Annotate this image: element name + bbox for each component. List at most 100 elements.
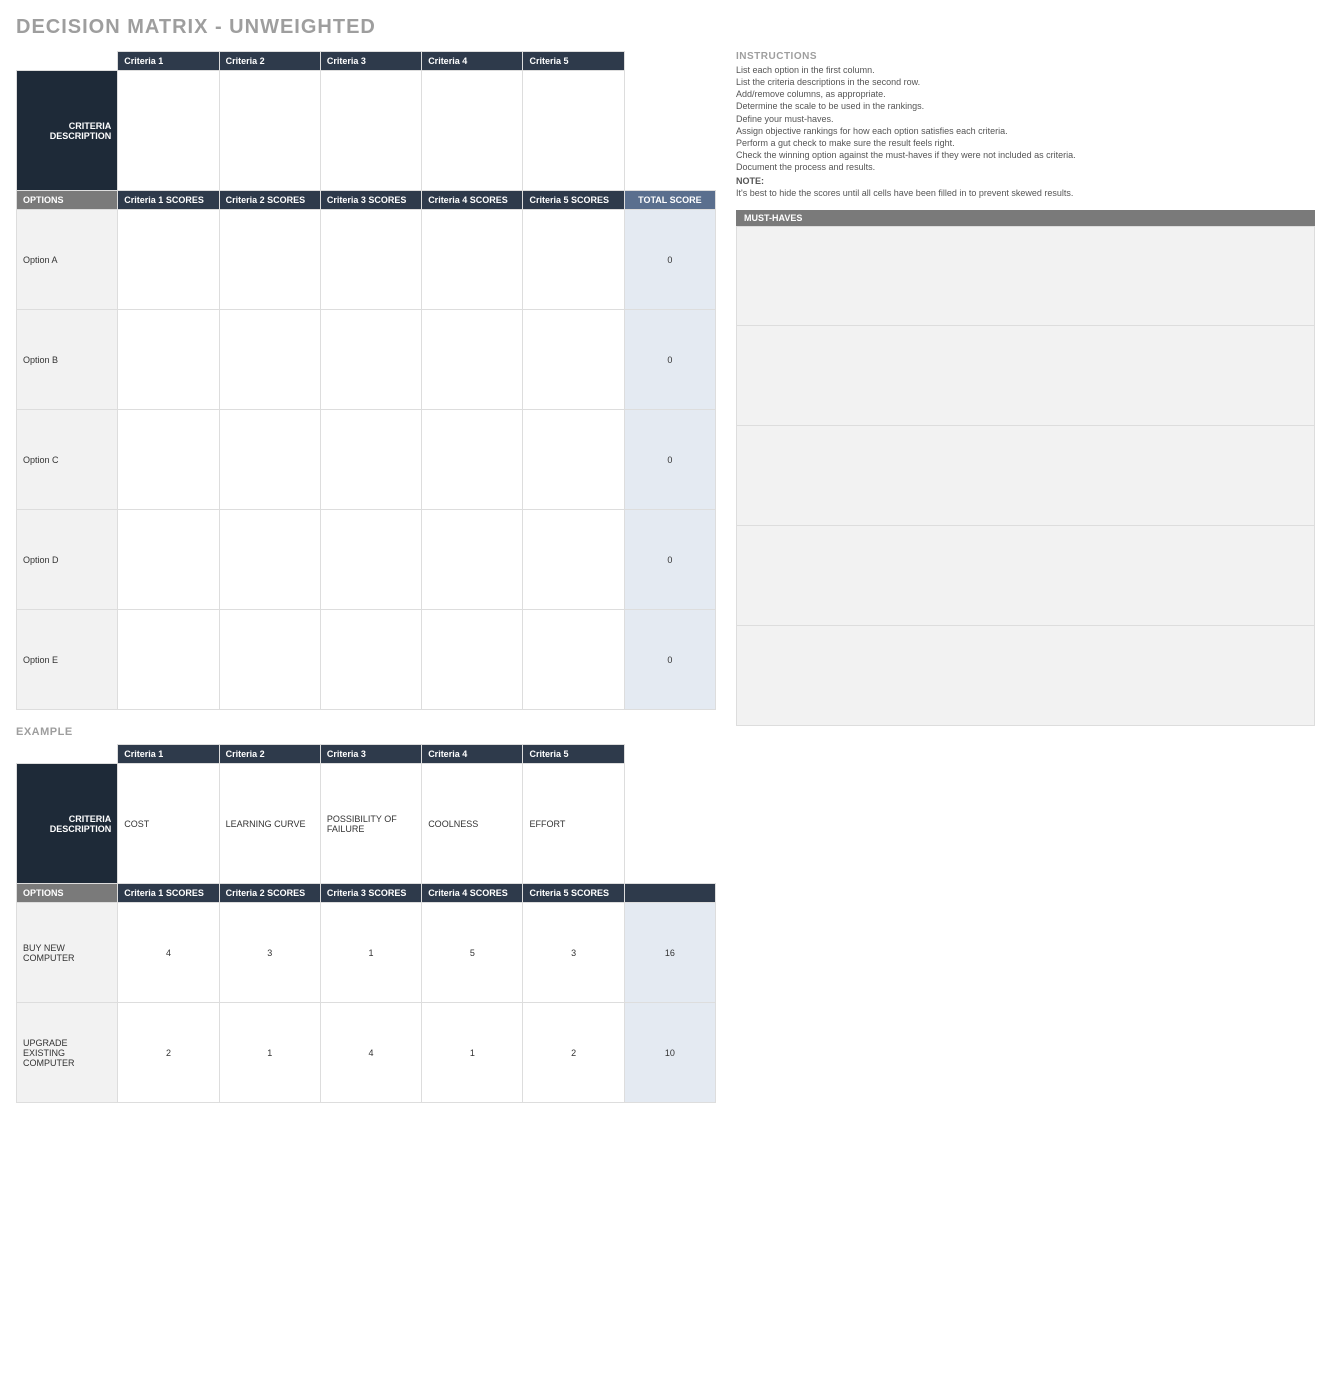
option-name-cell: UPGRADE EXISTING COMPUTER (17, 1003, 118, 1103)
score-header: Criteria 3 SCORES (320, 191, 421, 210)
option-name-cell[interactable]: Option B (17, 310, 118, 410)
score-cell: 1 (219, 1003, 320, 1103)
instruction-line: Check the winning option against the mus… (736, 149, 1315, 161)
score-cell[interactable] (118, 610, 219, 710)
criteria-description-cell[interactable] (219, 71, 320, 191)
total-score-cell: 16 (624, 903, 715, 1003)
option-name-cell[interactable]: Option A (17, 210, 118, 310)
score-cell[interactable] (320, 210, 421, 310)
score-cell: 4 (118, 903, 219, 1003)
criteria-header: Criteria 5 (523, 745, 624, 764)
score-cell[interactable] (523, 210, 624, 310)
score-cell[interactable] (118, 210, 219, 310)
option-row: Option E 0 (17, 610, 716, 710)
instruction-line: Define your must-haves. (736, 113, 1315, 125)
criteria-description-cell: COOLNESS (422, 764, 523, 884)
score-cell[interactable] (219, 610, 320, 710)
criteria-header: Criteria 4 (422, 745, 523, 764)
page-title: DECISION MATRIX - UNWEIGHTED (16, 16, 1315, 39)
instructions-body: List each option in the first column. Li… (736, 64, 1315, 200)
score-cell[interactable] (523, 410, 624, 510)
criteria-header: Criteria 4 (422, 52, 523, 71)
score-cell[interactable] (523, 510, 624, 610)
criteria-header: Criteria 3 (320, 52, 421, 71)
score-cell: 5 (422, 903, 523, 1003)
criteria-description-cell: LEARNING CURVE (219, 764, 320, 884)
must-have-cell[interactable] (736, 326, 1315, 426)
example-heading: EXAMPLE (16, 726, 716, 738)
option-row: UPGRADE EXISTING COMPUTER 2 1 4 1 2 10 (17, 1003, 716, 1103)
options-header: OPTIONS (17, 884, 118, 903)
criteria-description-cell[interactable] (118, 71, 219, 191)
instructions-note-text: It's best to hide the scores until all c… (736, 187, 1315, 199)
instruction-line: Document the process and results. (736, 161, 1315, 173)
instruction-line: Add/remove columns, as appropriate. (736, 88, 1315, 100)
score-cell[interactable] (320, 310, 421, 410)
criteria-header: Criteria 5 (523, 52, 624, 71)
score-cell[interactable] (422, 510, 523, 610)
must-have-cell[interactable] (736, 526, 1315, 626)
score-cell[interactable] (219, 510, 320, 610)
score-cell[interactable] (422, 610, 523, 710)
option-row: Option C 0 (17, 410, 716, 510)
must-haves-list (736, 226, 1315, 726)
criteria-header: Criteria 1 (118, 745, 219, 764)
score-cell[interactable] (320, 410, 421, 510)
criteria-description-cell: POSSIBILITY OF FAILURE (320, 764, 421, 884)
score-cell[interactable] (219, 410, 320, 510)
score-cell[interactable] (422, 410, 523, 510)
score-cell: 3 (219, 903, 320, 1003)
option-row: Option B 0 (17, 310, 716, 410)
score-cell: 1 (320, 903, 421, 1003)
criteria-header: Criteria 1 (118, 52, 219, 71)
score-cell[interactable] (523, 610, 624, 710)
criteria-description-label: CRITERIA DESCRIPTION (17, 764, 118, 884)
score-cell[interactable] (219, 210, 320, 310)
criteria-description-cell: COST (118, 764, 219, 884)
options-header: OPTIONS (17, 191, 118, 210)
total-score-cell: 0 (624, 310, 715, 410)
score-cell[interactable] (219, 310, 320, 410)
criteria-description-cell[interactable] (320, 71, 421, 191)
criteria-description-cell[interactable] (422, 71, 523, 191)
score-header: Criteria 4 SCORES (422, 884, 523, 903)
must-have-cell[interactable] (736, 426, 1315, 526)
score-header: Criteria 2 SCORES (219, 884, 320, 903)
criteria-header: Criteria 2 (219, 52, 320, 71)
score-header: Criteria 5 SCORES (523, 191, 624, 210)
score-cell: 2 (523, 1003, 624, 1103)
score-header: Criteria 1 SCORES (118, 191, 219, 210)
must-have-cell[interactable] (736, 226, 1315, 326)
total-score-cell: 0 (624, 610, 715, 710)
score-cell[interactable] (422, 310, 523, 410)
instruction-line: Assign objective rankings for how each o… (736, 125, 1315, 137)
score-cell[interactable] (422, 210, 523, 310)
score-header: Criteria 5 SCORES (523, 884, 624, 903)
score-cell[interactable] (118, 410, 219, 510)
option-name-cell[interactable]: Option C (17, 410, 118, 510)
instruction-line: Determine the scale to be used in the ra… (736, 100, 1315, 112)
score-cell[interactable] (118, 510, 219, 610)
score-header: Criteria 4 SCORES (422, 191, 523, 210)
must-have-cell[interactable] (736, 626, 1315, 726)
option-row: BUY NEW COMPUTER 4 3 1 5 3 16 (17, 903, 716, 1003)
instructions-heading: INSTRUCTIONS (736, 51, 1315, 62)
score-cell[interactable] (320, 510, 421, 610)
total-score-header (624, 884, 715, 903)
total-score-cell: 10 (624, 1003, 715, 1103)
instruction-line: List each option in the first column. (736, 64, 1315, 76)
score-cell: 3 (523, 903, 624, 1003)
score-cell[interactable] (118, 310, 219, 410)
instruction-line: List the criteria descriptions in the se… (736, 76, 1315, 88)
instructions-note-label: NOTE: (736, 175, 1315, 187)
option-name-cell[interactable]: Option D (17, 510, 118, 610)
score-cell[interactable] (523, 310, 624, 410)
score-cell[interactable] (320, 610, 421, 710)
option-name-cell[interactable]: Option E (17, 610, 118, 710)
score-header: Criteria 2 SCORES (219, 191, 320, 210)
total-score-cell: 0 (624, 410, 715, 510)
option-name-cell: BUY NEW COMPUTER (17, 903, 118, 1003)
total-score-cell: 0 (624, 510, 715, 610)
criteria-description-cell[interactable] (523, 71, 624, 191)
criteria-header: Criteria 2 (219, 745, 320, 764)
